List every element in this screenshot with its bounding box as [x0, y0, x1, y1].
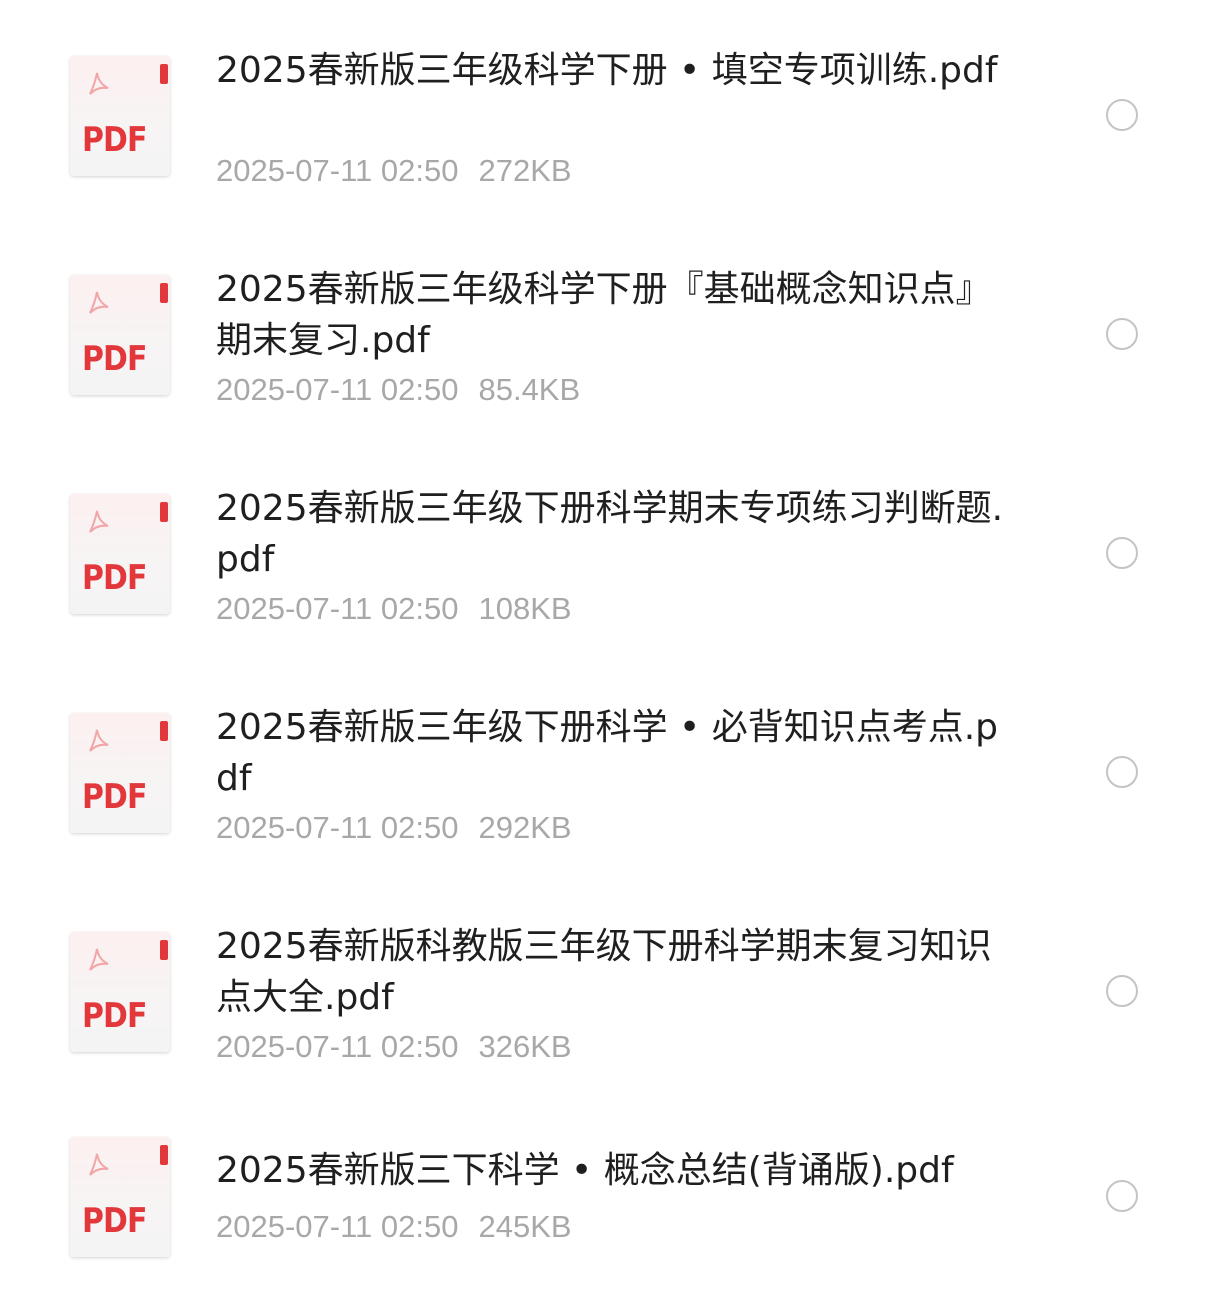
- corner-tab: [160, 940, 168, 960]
- file-name: 2025春新版三下科学 • 概念总结(背诵版).pdf: [216, 1150, 954, 1191]
- file-size: 272KB: [478, 153, 572, 188]
- pdf-file-icon: PDF: [70, 275, 170, 395]
- select-radio[interactable]: [1106, 756, 1138, 788]
- file-meta: 2025-07-11 02:50 108KB: [216, 591, 572, 627]
- select-radio[interactable]: [1106, 975, 1138, 1007]
- acrobat-icon: [89, 291, 109, 314]
- file-list: PDF 2025春新版三年级科学下册 • 填空专项训练.pdf 2025-07-…: [0, 0, 1220, 1310]
- file-size: 108KB: [478, 591, 572, 626]
- file-name: 2025春新版三年级下册科学期末专项练习判断题.pdf: [216, 488, 1004, 580]
- file-date: 2025-07-11 02:50: [216, 1209, 459, 1244]
- file-size: 85.4KB: [478, 372, 581, 407]
- select-radio[interactable]: [1106, 99, 1138, 131]
- file-name: 2025春新版三年级科学下册 • 填空专项训练.pdf: [216, 50, 998, 91]
- corner-tab: [160, 721, 168, 741]
- pdf-label: PDF: [82, 1201, 147, 1241]
- corner-tab: [160, 502, 168, 522]
- file-size: 326KB: [478, 1029, 572, 1064]
- pdf-label: PDF: [82, 996, 147, 1036]
- pdf-file-icon: PDF: [70, 1137, 170, 1257]
- file-size: 245KB: [478, 1209, 572, 1244]
- file-meta: 2025-07-11 02:50 245KB: [216, 1209, 572, 1245]
- acrobat-icon: [89, 948, 109, 971]
- acrobat-icon: [89, 510, 109, 533]
- pdf-label: PDF: [82, 120, 147, 160]
- pdf-file-icon: PDF: [70, 494, 170, 614]
- file-name: 2025春新版三年级科学下册『基础概念知识点』期末复习.pdf: [216, 269, 992, 361]
- acrobat-icon: [89, 72, 109, 95]
- pdf-file-icon: PDF: [70, 932, 170, 1052]
- file-meta: 2025-07-11 02:50 326KB: [216, 1029, 572, 1065]
- file-meta: 2025-07-11 02:50 272KB: [216, 153, 572, 189]
- select-radio[interactable]: [1106, 537, 1138, 569]
- pdf-file-icon: PDF: [70, 713, 170, 833]
- file-date: 2025-07-11 02:50: [216, 810, 459, 845]
- pdf-file-icon: PDF: [70, 56, 170, 176]
- acrobat-icon: [89, 1153, 109, 1176]
- corner-tab: [160, 64, 168, 84]
- file-date: 2025-07-11 02:50: [216, 372, 459, 407]
- pdf-label: PDF: [82, 558, 147, 598]
- file-meta: 2025-07-11 02:50 292KB: [216, 810, 572, 846]
- file-date: 2025-07-11 02:50: [216, 1029, 459, 1064]
- file-name: 2025春新版三年级下册科学 • 必背知识点考点.pdf: [216, 707, 999, 799]
- corner-tab: [160, 283, 168, 303]
- pdf-label: PDF: [82, 339, 147, 379]
- file-meta: 2025-07-11 02:50 85.4KB: [216, 372, 580, 408]
- file-name: 2025春新版科教版三年级下册科学期末复习知识点大全.pdf: [216, 926, 992, 1018]
- select-radio[interactable]: [1106, 318, 1138, 350]
- file-size: 292KB: [478, 810, 572, 845]
- select-radio[interactable]: [1106, 1180, 1138, 1212]
- pdf-label: PDF: [82, 777, 147, 817]
- acrobat-icon: [89, 729, 109, 752]
- corner-tab: [160, 1145, 168, 1165]
- file-date: 2025-07-11 02:50: [216, 153, 459, 188]
- file-date: 2025-07-11 02:50: [216, 591, 459, 626]
